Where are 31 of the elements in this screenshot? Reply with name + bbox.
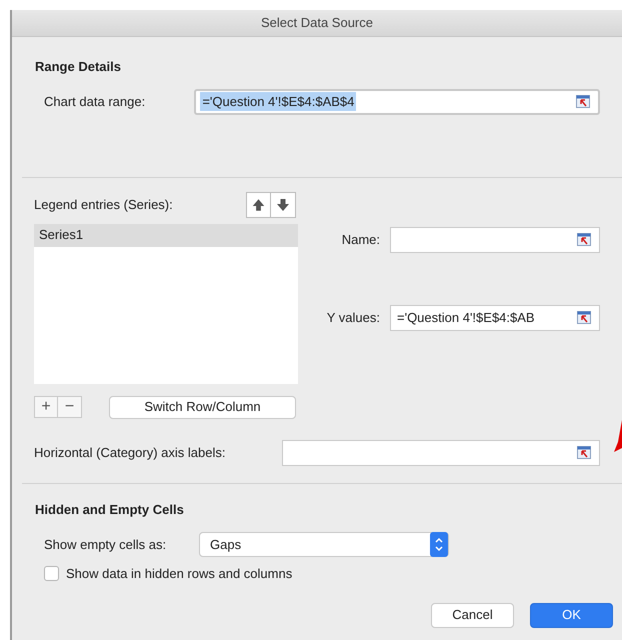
- reorder-control[interactable]: [246, 192, 296, 218]
- field-value: ='Question 4'!$E$4:$AB: [396, 308, 536, 327]
- checkbox-label: Show data in hidden rows and columns: [66, 565, 292, 583]
- window-title: Select Data Source: [260, 14, 373, 32]
- range-select-icon[interactable]: [577, 446, 591, 459]
- field-label: Horizontal (Category) axis labels:: [34, 444, 226, 462]
- section-heading: Hidden and Empty Cells: [35, 500, 184, 519]
- add-button[interactable]: +: [35, 397, 58, 417]
- field-label: Name:: [342, 230, 380, 249]
- list-label: Legend entries (Series):: [34, 196, 173, 214]
- field-value: ='Question 4'!$E$4:$AB$4: [200, 92, 356, 112]
- field-label: Chart data range:: [44, 92, 146, 111]
- remove-button[interactable]: −: [58, 397, 81, 417]
- range-select-icon[interactable]: [577, 311, 591, 324]
- range-select-icon[interactable]: [577, 233, 591, 246]
- dialog-button[interactable]: Cancel: [431, 602, 514, 628]
- input-field[interactable]: ='Question 4'!$E$4:$AB: [390, 304, 600, 330]
- range-select-icon[interactable]: [576, 95, 590, 108]
- dialog-button[interactable]: OK: [530, 602, 613, 628]
- stepper-icon: [430, 532, 448, 557]
- list-item[interactable]: Series1: [34, 224, 298, 246]
- checkbox[interactable]: [44, 566, 59, 582]
- input-field[interactable]: [282, 440, 600, 466]
- field-label: Y values:: [326, 308, 380, 327]
- dropdown[interactable]: Gaps: [199, 532, 449, 557]
- section-heading: Range Details: [35, 58, 121, 76]
- switch-button[interactable]: Switch Row/Column: [109, 396, 296, 418]
- input-field[interactable]: [390, 226, 600, 252]
- annotation-arrow: [614, 420, 622, 452]
- field-label: Show empty cells as:: [44, 536, 168, 554]
- input-field[interactable]: ='Question 4'!$E$4:$AB$4: [194, 88, 600, 114]
